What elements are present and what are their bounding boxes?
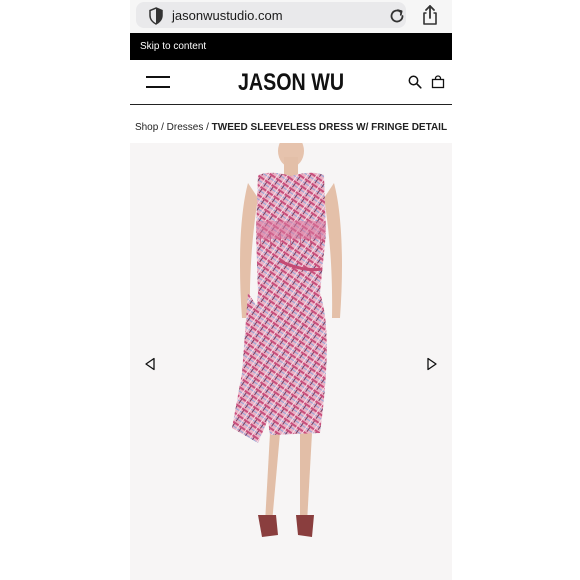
left-margin [0,0,130,580]
skip-to-content-link[interactable]: Skip to content [140,41,206,52]
previous-arrow-icon[interactable] [144,357,156,371]
url-field[interactable]: jasonwustudio.com [136,2,406,28]
url-text: jasonwustudio.com [172,8,283,23]
share-icon[interactable] [420,4,440,26]
breadcrumb: Shop / Dresses / TWEED SLEEVELESS DRESS … [130,122,452,133]
right-margin [452,0,580,580]
product-photo [130,143,452,580]
shopping-bag-icon[interactable] [431,75,445,89]
product-image-carousel[interactable] [130,143,452,580]
skip-bar: Skip to content [130,33,452,60]
breadcrumb-dresses[interactable]: Dresses [167,122,204,133]
breadcrumb-shop[interactable]: Shop [135,122,158,133]
breadcrumb-product: TWEED SLEEVELESS DRESS W/ FRINGE DETAIL [211,122,448,133]
site-header: JASON WU [130,60,452,105]
reload-icon[interactable] [388,7,406,25]
browser-address-bar: jasonwustudio.com [130,0,452,33]
shield-icon [149,7,163,25]
mobile-browser: jasonwustudio.com Skip to content JASON … [130,0,452,580]
breadcrumb-separator: / [158,122,167,133]
search-icon[interactable] [408,75,422,89]
breadcrumb-separator: / [203,122,212,133]
next-arrow-icon[interactable] [426,357,438,371]
site-logo[interactable]: JASON WU [159,69,423,97]
